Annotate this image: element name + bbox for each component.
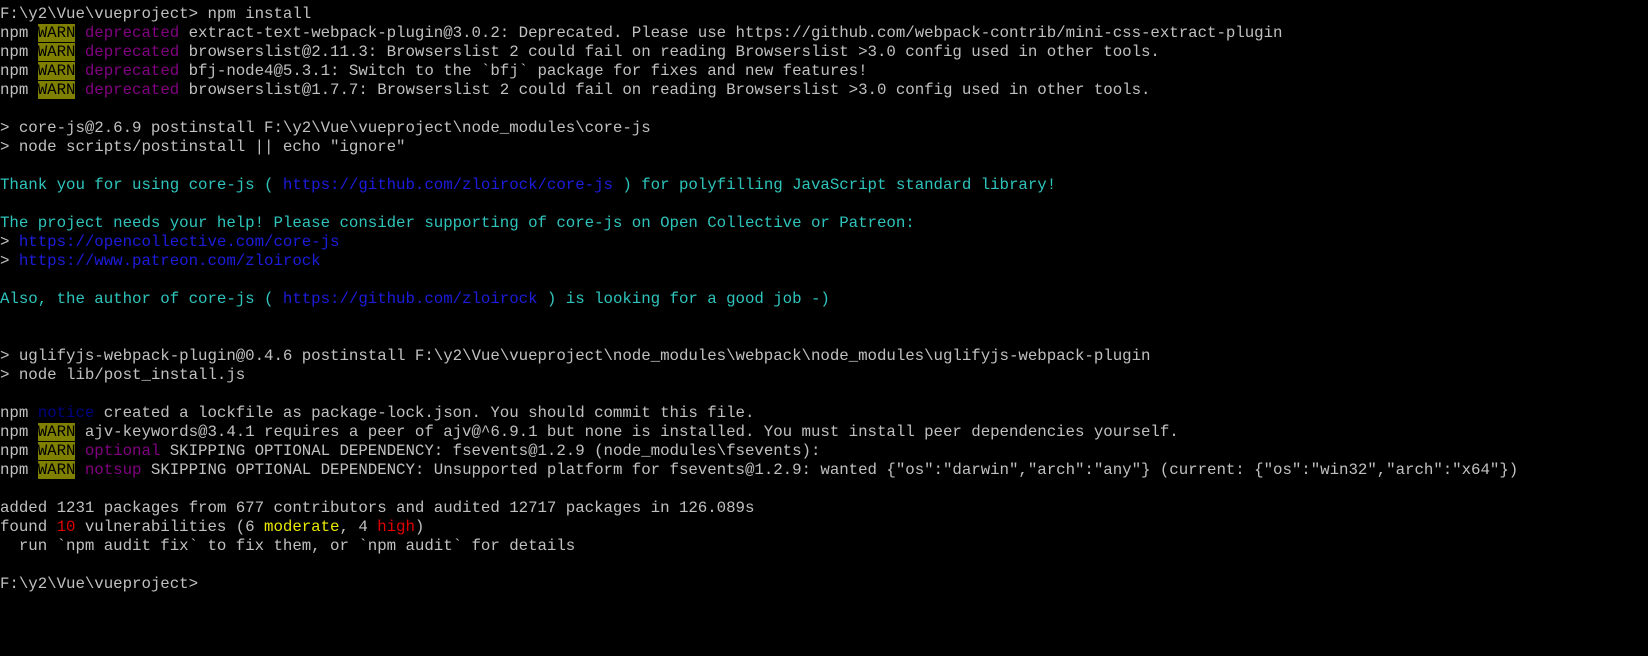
terminal-text: created a lockfile as package-lock.json.… bbox=[94, 404, 755, 422]
terminal-text: deprecated bbox=[84, 43, 180, 61]
terminal-text: high bbox=[377, 518, 415, 536]
terminal-line: The project needs your help! Please cons… bbox=[0, 214, 1648, 233]
url-text: https://github.com/zloirock/core-js bbox=[282, 176, 613, 194]
terminal-text: F:\y2\Vue\vueproject> npm install bbox=[0, 5, 312, 23]
terminal-text: notsup bbox=[84, 461, 142, 479]
terminal-line: F:\y2\Vue\vueproject> npm install bbox=[0, 5, 1648, 24]
url-text: https://www.patreon.com/zloirock bbox=[18, 252, 321, 270]
terminal-text: Thank you for using core-js ( bbox=[0, 176, 283, 194]
terminal-text: deprecated bbox=[84, 81, 180, 99]
terminal-output[interactable]: F:\y2\Vue\vueproject> npm install npm WAR… bbox=[0, 0, 1648, 594]
terminal-text: 10 bbox=[56, 518, 76, 536]
terminal-text: ) is looking for a good job -) bbox=[537, 290, 830, 308]
terminal-text: npm bbox=[0, 423, 38, 441]
terminal-line: npm WARN optional SKIPPING OPTIONAL DEPE… bbox=[0, 442, 1648, 461]
terminal-line: found 10 vulnerabilities (6 moderate, 4 … bbox=[0, 518, 1648, 537]
terminal-text: browserslist@2.11.3: Browserslist 2 coul… bbox=[179, 43, 1160, 61]
terminal-text: deprecated bbox=[84, 24, 180, 42]
terminal-text: , 4 bbox=[339, 518, 378, 536]
terminal-text: npm bbox=[0, 24, 38, 42]
url-text: https://opencollective.com/core-js bbox=[18, 233, 340, 251]
terminal-text: npm bbox=[0, 461, 38, 479]
terminal-text: ) bbox=[414, 518, 425, 536]
terminal-line: run `npm audit fix` to fix them, or `npm… bbox=[0, 537, 1648, 556]
terminal-text: F:\y2\Vue\vueproject> bbox=[0, 575, 199, 593]
terminal-text: bfj-node4@5.3.1: Switch to the `bfj` pac… bbox=[179, 62, 868, 80]
terminal-text: The project needs your help! Please cons… bbox=[0, 214, 915, 232]
terminal-text: added 1231 packages from 677 contributor… bbox=[0, 499, 755, 517]
terminal-text: > core-js@2.6.9 postinstall F:\y2\Vue\vu… bbox=[0, 119, 651, 137]
terminal-text: npm bbox=[0, 43, 38, 61]
terminal-text: Also, the author of core-js ( bbox=[0, 290, 283, 308]
terminal-line: added 1231 packages from 677 contributor… bbox=[0, 499, 1648, 518]
terminal-text: vulnerabilities (6 bbox=[75, 518, 265, 536]
terminal-line: npm WARN deprecated bfj-node4@5.3.1: Swi… bbox=[0, 62, 1648, 81]
warn-badge: WARN bbox=[37, 423, 76, 441]
terminal-text: > uglifyjs-webpack-plugin@0.4.6 postinst… bbox=[0, 347, 1151, 365]
terminal-text: found bbox=[0, 518, 57, 536]
terminal-line: npm WARN notsup SKIPPING OPTIONAL DEPEND… bbox=[0, 461, 1648, 480]
warn-badge: WARN bbox=[37, 43, 76, 61]
terminal-text: ajv-keywords@3.4.1 requires a peer of aj… bbox=[75, 423, 1179, 441]
terminal-text: npm bbox=[0, 404, 38, 422]
terminal-text: notice bbox=[37, 404, 95, 422]
terminal-line: > node scripts/postinstall || echo "igno… bbox=[0, 138, 1648, 157]
terminal-line: npm WARN deprecated browserslist@1.7.7: … bbox=[0, 81, 1648, 100]
url-text: https://github.com/zloirock bbox=[282, 290, 538, 308]
terminal-text: SKIPPING OPTIONAL DEPENDENCY: Unsupporte… bbox=[141, 461, 1519, 479]
warn-badge: WARN bbox=[37, 81, 76, 99]
terminal-text: > node scripts/postinstall || echo "igno… bbox=[0, 138, 406, 156]
terminal-text: > bbox=[0, 233, 19, 251]
warn-badge: WARN bbox=[37, 62, 76, 80]
terminal-text: optional bbox=[84, 442, 161, 460]
terminal-line: npm WARN ajv-keywords@3.4.1 requires a p… bbox=[0, 423, 1648, 442]
terminal-text: npm bbox=[0, 442, 38, 460]
terminal-text: npm bbox=[0, 62, 38, 80]
terminal-text: > node lib/post_install.js bbox=[0, 366, 246, 384]
terminal-line: > https://www.patreon.com/zloirock bbox=[0, 252, 1648, 271]
terminal-line: > uglifyjs-webpack-plugin@0.4.6 postinst… bbox=[0, 347, 1648, 366]
warn-badge: WARN bbox=[37, 442, 76, 460]
terminal-line: npm notice created a lockfile as package… bbox=[0, 404, 1648, 423]
terminal-text: SKIPPING OPTIONAL DEPENDENCY: fsevents@1… bbox=[160, 442, 821, 460]
terminal-line: > node lib/post_install.js bbox=[0, 366, 1648, 385]
terminal-line: npm WARN deprecated browserslist@2.11.3:… bbox=[0, 43, 1648, 62]
terminal-text: run `npm audit fix` to fix them, or `npm… bbox=[0, 537, 576, 555]
terminal-text: ) for polyfilling JavaScript standard li… bbox=[612, 176, 1057, 194]
warn-badge: WARN bbox=[37, 461, 76, 479]
terminal-line: Also, the author of core-js ( https://gi… bbox=[0, 290, 1648, 309]
terminal-text: npm bbox=[0, 81, 38, 99]
warn-badge: WARN bbox=[37, 24, 76, 42]
terminal-text: extract-text-webpack-plugin@3.0.2: Depre… bbox=[179, 24, 1283, 42]
terminal-line: npm WARN deprecated extract-text-webpack… bbox=[0, 24, 1648, 43]
terminal-line: Thank you for using core-js ( https://gi… bbox=[0, 176, 1648, 195]
terminal-text: browserslist@1.7.7: Browserslist 2 could… bbox=[179, 81, 1151, 99]
terminal-text: deprecated bbox=[84, 62, 180, 80]
terminal-text: > bbox=[0, 252, 19, 270]
terminal-line: F:\y2\Vue\vueproject> bbox=[0, 575, 1648, 594]
terminal-line: > core-js@2.6.9 postinstall F:\y2\Vue\vu… bbox=[0, 119, 1648, 138]
terminal-text: moderate bbox=[264, 518, 340, 536]
terminal-line: > https://opencollective.com/core-js bbox=[0, 233, 1648, 252]
